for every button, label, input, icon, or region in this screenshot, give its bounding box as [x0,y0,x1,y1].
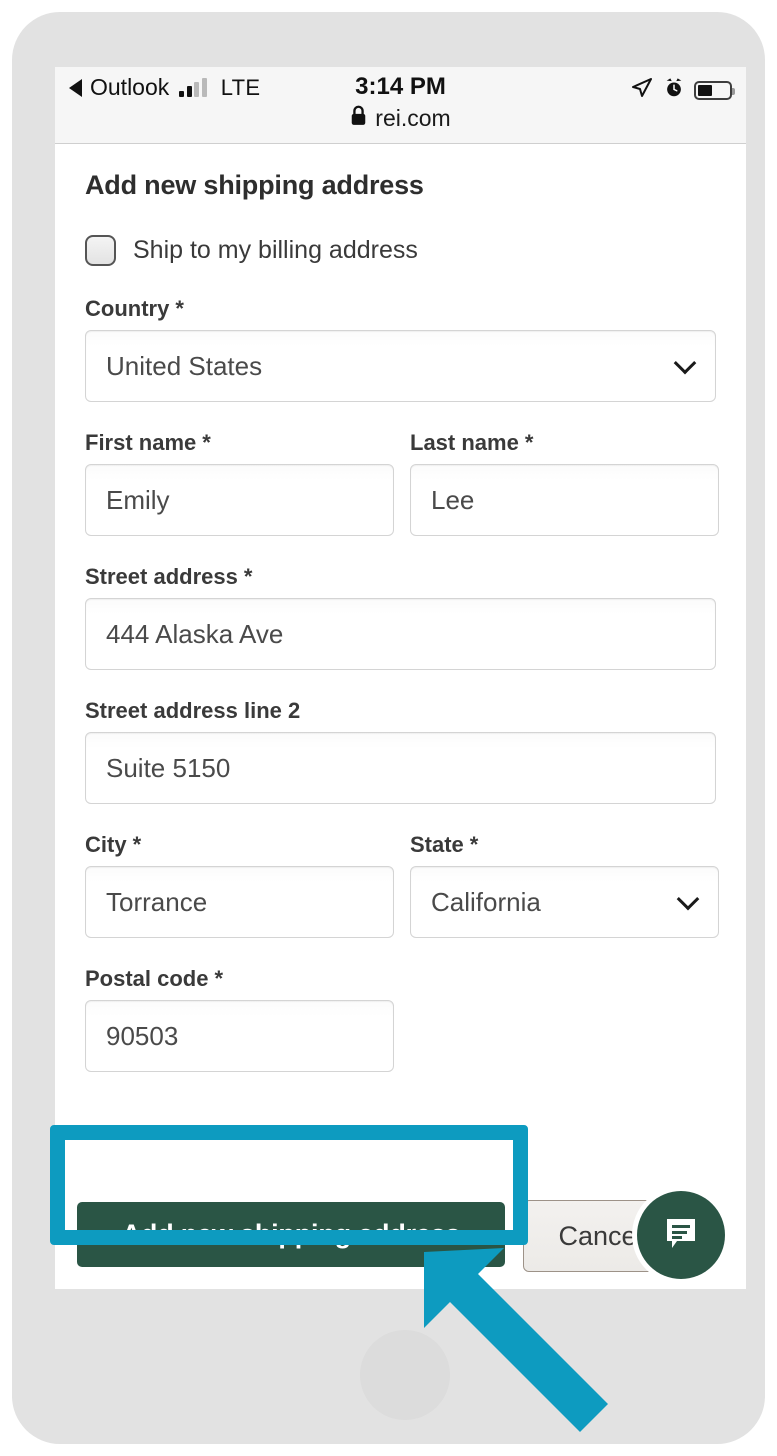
field-first-name: First name * Emily [85,430,394,536]
alarm-clock-icon [663,77,685,104]
chat-bubble-icon [659,1211,703,1260]
status-bar: Outlook LTE 3:14 PM rei.com [55,67,746,144]
last-name-label: Last name * [410,430,534,455]
shipping-address-form: Add new shipping address Ship to my bill… [55,144,746,1072]
first-name-label: First name * [85,430,211,455]
field-last-name: Last name * Lee [410,430,719,536]
field-street-address-2: Street address line 2 Suite 5150 [85,698,716,804]
chevron-down-icon [676,887,700,911]
city-value: Torrance [106,886,208,917]
street-address-2-input[interactable]: Suite 5150 [85,732,716,804]
field-country: Country * United States [85,296,716,402]
battery-icon [694,81,735,100]
last-name-input[interactable]: Lee [410,464,719,536]
phone-screen: Outlook LTE 3:14 PM rei.com Add new ship… [55,67,746,1289]
city-state-row: City * Torrance State * California [85,832,719,938]
required-marker: * [214,966,224,991]
city-input[interactable]: Torrance [85,866,394,938]
required-marker: * [132,832,142,857]
location-arrow-icon [630,76,654,105]
field-state: State * California [410,832,719,938]
url-text: rei.com [375,105,451,131]
last-name-value: Lee [431,484,475,515]
street-address-2-value: Suite 5150 [106,752,231,783]
add-new-shipping-address-button[interactable]: Add new shipping address [77,1202,505,1267]
required-marker: * [469,832,479,857]
required-marker: * [202,430,211,455]
status-bar-right [630,76,735,105]
home-button[interactable] [360,1330,450,1420]
ship-to-billing-checkbox[interactable] [85,235,116,266]
page-title: Add new shipping address [85,170,424,200]
url-bar[interactable]: rei.com [55,105,746,132]
street-address-input[interactable]: 444 Alaska Ave [85,598,716,670]
state-select[interactable]: California [410,866,719,938]
required-marker: * [524,430,534,455]
chevron-down-icon [673,351,697,375]
country-label: Country * [85,296,184,321]
city-label: City * [85,832,142,857]
state-label: State * [410,832,479,857]
required-marker: * [175,296,184,321]
country-value: United States [106,350,263,381]
phone-frame: Outlook LTE 3:14 PM rei.com Add new ship… [12,12,765,1444]
name-row: First name * Emily Last name * Lee [85,430,719,536]
lock-icon [350,105,367,132]
first-name-input[interactable]: Emily [85,464,394,536]
first-name-value: Emily [106,484,170,515]
ship-to-billing-checkbox-row[interactable]: Ship to my billing address [85,235,716,266]
field-city: City * Torrance [85,832,394,938]
street-address-label: Street address * [85,564,253,589]
chat-button[interactable] [637,1191,725,1279]
required-marker: * [243,564,253,589]
field-postal-code: Postal code * 90503 [85,966,716,1072]
state-value: California [431,886,541,917]
field-street-address: Street address * 444 Alaska Ave [85,564,716,670]
country-select[interactable]: United States [85,330,716,402]
postal-code-input[interactable]: 90503 [85,1000,394,1072]
postal-code-value: 90503 [106,1020,179,1051]
street-address-2-label: Street address line 2 [85,698,301,723]
postal-code-label: Postal code * [85,966,224,991]
ship-to-billing-label: Ship to my billing address [133,236,418,264]
street-address-value: 444 Alaska Ave [106,618,284,649]
